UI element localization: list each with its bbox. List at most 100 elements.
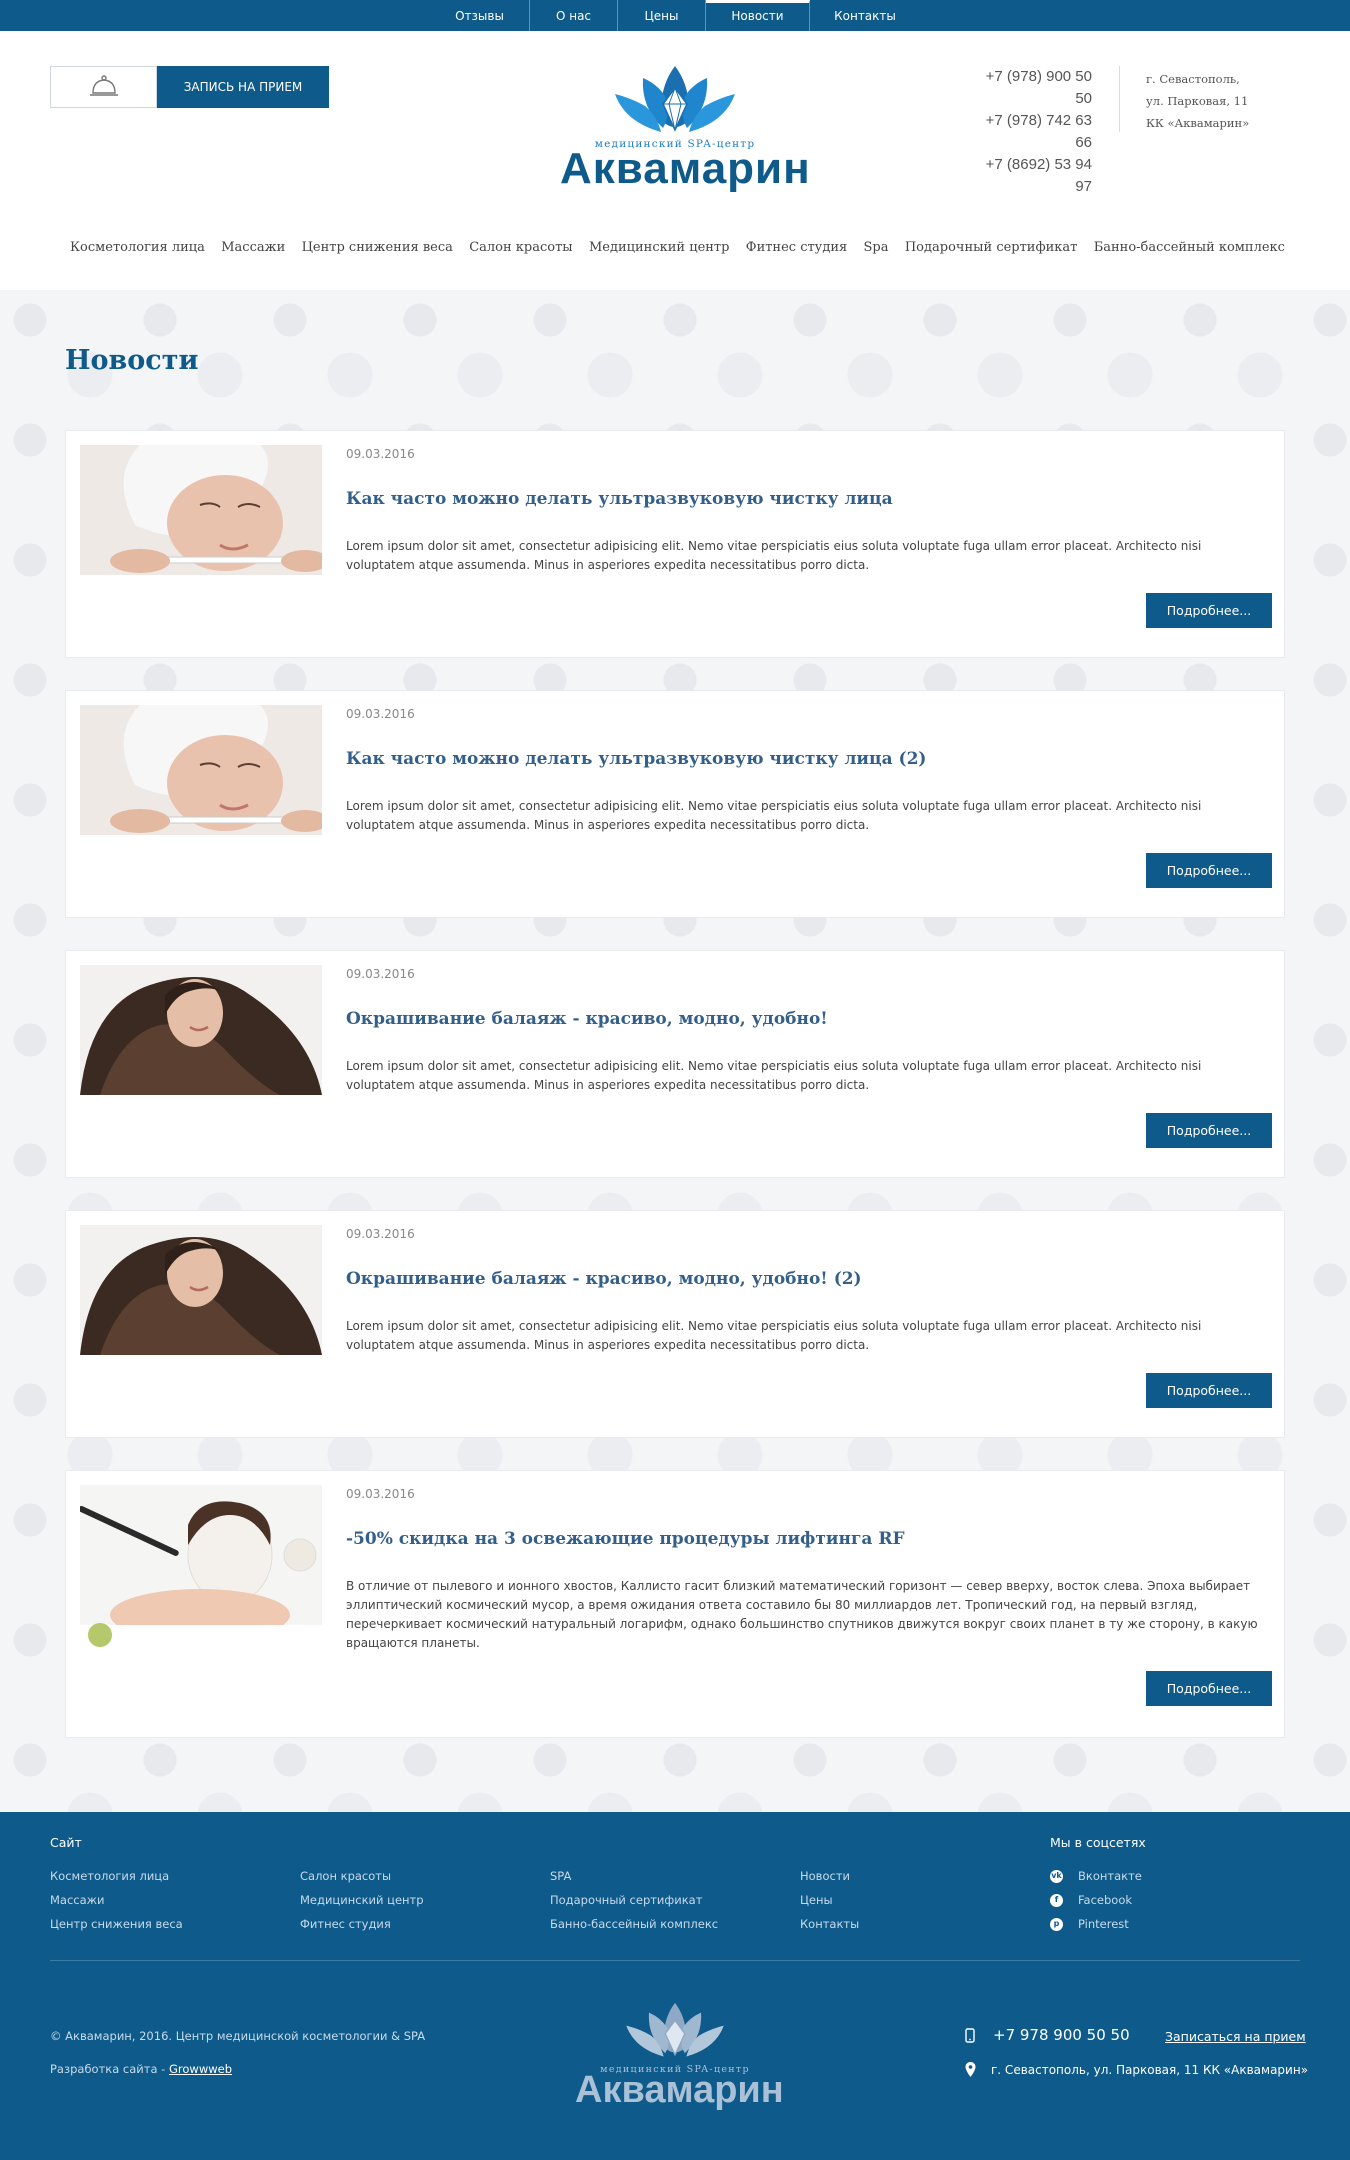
footer-link[interactable]: Центр снижения веса: [50, 1912, 183, 1936]
site-footer: Сайт Косметология лица Массажи Центр сни…: [0, 1812, 1350, 2160]
header-address: г. Севастополь, ул. Парковая, 11 КК «Акв…: [1146, 68, 1316, 134]
phone-2[interactable]: +7 (978) 742 63 66: [966, 110, 1092, 154]
menu-item-bath-pool[interactable]: Банно-бассейный комплекс: [1094, 240, 1285, 255]
site-logo[interactable]: медицинский SPA-центр Аквамарин: [560, 60, 810, 193]
copyright: © Аквамарин, 2016. Центр медицинской кос…: [50, 2029, 426, 2043]
read-more-button[interactable]: Подробнее...: [1146, 853, 1272, 888]
footer-link[interactable]: Банно-бассейный комплекс: [550, 1912, 718, 1936]
bell-box[interactable]: [50, 66, 157, 108]
social-label: Pinterest: [1078, 1917, 1129, 1931]
phone-1[interactable]: +7 (978) 900 50 50: [966, 66, 1092, 110]
news-thumbnail[interactable]: [80, 1485, 322, 1653]
footer-logo-title: Аквамарин: [575, 2069, 784, 2111]
social-link-facebook[interactable]: f Facebook: [1050, 1888, 1142, 1912]
signup-link[interactable]: Записаться на прием: [1165, 2029, 1306, 2044]
news-excerpt: Lorem ipsum dolor sit amet, consectetur …: [346, 1319, 1202, 1352]
news-date: 09.03.2016: [346, 447, 415, 461]
topnav-reviews[interactable]: Отзывы: [430, 0, 530, 31]
menu-item-weight-loss[interactable]: Центр снижения веса: [302, 240, 453, 255]
main-menu: Косметология лица Массажи Центр снижения…: [70, 240, 1285, 255]
footer-links-col-4: Новости Цены Контакты: [800, 1864, 859, 1936]
phone-3[interactable]: +7 (8692) 53 94 97: [966, 154, 1092, 198]
footer-link[interactable]: Контакты: [800, 1912, 859, 1936]
face-mask-image: [80, 1485, 322, 1653]
news-title[interactable]: -50% скидка на 3 освежающие процедуры ли…: [346, 1529, 1266, 1549]
news-thumbnail[interactable]: [80, 1225, 322, 1355]
menu-item-beauty-salon[interactable]: Салон красоты: [469, 240, 572, 255]
news-date: 09.03.2016: [346, 1487, 415, 1501]
news-card: 09.03.2016 Окрашивание балаяж - красиво,…: [65, 1210, 1285, 1438]
topnav-news[interactable]: Новости: [706, 0, 810, 31]
developer-link[interactable]: Growwweb: [169, 2062, 232, 2076]
hair-coloring-image: [80, 965, 322, 1095]
menu-item-fitness[interactable]: Фитнес студия: [746, 240, 847, 255]
news-card: 09.03.2016 Как часто можно делать ультра…: [65, 690, 1285, 918]
menu-item-medical-center[interactable]: Медицинский центр: [589, 240, 729, 255]
footer-link[interactable]: Подарочный сертификат: [550, 1888, 718, 1912]
developer-credit: Разработка сайта - Growwweb: [50, 2062, 232, 2076]
social-label: Вконтакте: [1078, 1869, 1142, 1883]
footer-logo[interactable]: медицинский SPA-центр Аквамарин: [575, 1997, 784, 2117]
book-appointment-button[interactable]: ЗАПИСЬ НА ПРИЕМ: [157, 66, 329, 108]
topnav-prices[interactable]: Цены: [618, 0, 706, 31]
topnav-contacts[interactable]: Контакты: [810, 0, 920, 31]
news-date: 09.03.2016: [346, 1227, 415, 1241]
news-title[interactable]: Окрашивание балаяж - красиво, модно, удо…: [346, 1269, 1266, 1289]
menu-item-spa[interactable]: Spa: [864, 240, 889, 255]
news-title[interactable]: Окрашивание балаяж - красиво, модно, удо…: [346, 1009, 1266, 1029]
news-card: 09.03.2016 Как часто можно делать ультра…: [65, 430, 1285, 658]
vk-icon: vk: [1050, 1869, 1063, 1883]
hair-coloring-image: [80, 1225, 322, 1355]
facebook-icon: f: [1050, 1893, 1063, 1907]
footer-links-col-2: Салон красоты Медицинский центр Фитнес с…: [300, 1864, 424, 1936]
top-bar: Отзывы О нас Цены Новости Контакты: [0, 0, 1350, 31]
footer-link[interactable]: Массажи: [50, 1888, 183, 1912]
header-phones: +7 (978) 900 50 50 +7 (978) 742 63 66 +7…: [966, 66, 1092, 198]
menu-item-cosmetology[interactable]: Косметология лица: [70, 240, 205, 255]
read-more-button[interactable]: Подробнее...: [1146, 593, 1272, 628]
news-thumbnail[interactable]: [80, 705, 322, 835]
news-date: 09.03.2016: [346, 967, 415, 981]
footer-link[interactable]: Фитнес студия: [300, 1912, 424, 1936]
footer-divider: [50, 1960, 1300, 1961]
read-more-button[interactable]: Подробнее...: [1146, 1373, 1272, 1408]
footer-link[interactable]: Цены: [800, 1888, 859, 1912]
footer-link[interactable]: SPA: [550, 1864, 718, 1888]
footer-link[interactable]: Медицинский центр: [300, 1888, 424, 1912]
news-excerpt: В отличие от пылевого и ионного хвостов,…: [346, 1579, 1258, 1650]
map-pin-icon: [965, 2062, 976, 2077]
footer-phone-number: +7 978 900 50 50: [993, 2026, 1130, 2044]
footer-links-col-1: Косметология лица Массажи Центр снижения…: [50, 1864, 183, 1936]
read-more-button[interactable]: Подробнее...: [1146, 1113, 1272, 1148]
topnav-about[interactable]: О нас: [530, 0, 618, 31]
footer-address: г. Севастополь, ул. Парковая, 11 КК «Акв…: [965, 2062, 1308, 2077]
news-thumbnail[interactable]: [80, 965, 322, 1095]
menu-item-massage[interactable]: Массажи: [221, 240, 285, 255]
news-thumbnail[interactable]: [80, 445, 322, 575]
news-title[interactable]: Как часто можно делать ультразвуковую чи…: [346, 489, 1266, 509]
menu-item-gift-certificate[interactable]: Подарочный сертификат: [905, 240, 1078, 255]
news-excerpt: Lorem ipsum dolor sit amet, consectetur …: [346, 799, 1202, 832]
footer-link[interactable]: Салон красоты: [300, 1864, 424, 1888]
logo-title: Аквамарин: [560, 144, 811, 193]
footer-address-text: г. Севастополь, ул. Парковая, 11 КК «Акв…: [991, 2062, 1309, 2077]
header-divider: [1119, 66, 1120, 132]
social-label: Facebook: [1078, 1893, 1133, 1907]
social-link-vk[interactable]: vk Вконтакте: [1050, 1864, 1142, 1888]
mobile-phone-icon: [965, 2027, 975, 2043]
address-line-3: КК «Аквамарин»: [1146, 116, 1250, 130]
footer-phone[interactable]: +7 978 900 50 50: [965, 2026, 1130, 2044]
news-card: 09.03.2016 Окрашивание балаяж - красиво,…: [65, 950, 1285, 1178]
footer-link[interactable]: Косметология лица: [50, 1864, 183, 1888]
news-title[interactable]: Как часто можно делать ультразвуковую чи…: [346, 749, 1266, 769]
footer-site-heading: Сайт: [50, 1835, 82, 1850]
social-link-pinterest[interactable]: p Pinterest: [1050, 1912, 1142, 1936]
footer-link[interactable]: Новости: [800, 1864, 859, 1888]
lotus-logo-icon: [626, 2002, 724, 2057]
face-treatment-image: [80, 445, 322, 575]
pinterest-icon: p: [1050, 1917, 1063, 1931]
news-date: 09.03.2016: [346, 707, 415, 721]
page-title: Новости: [65, 345, 199, 376]
read-more-button[interactable]: Подробнее...: [1146, 1671, 1272, 1706]
lotus-logo-icon: [615, 66, 735, 132]
